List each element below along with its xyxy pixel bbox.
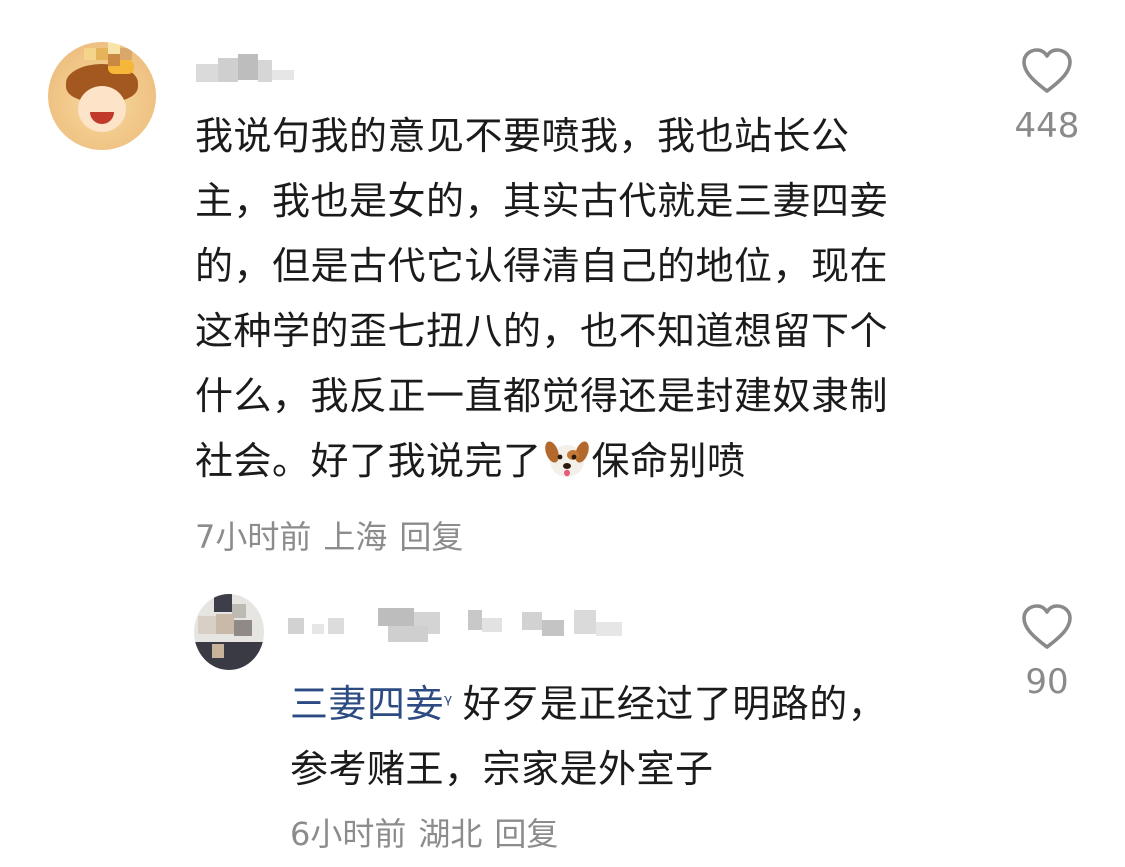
reply-body: 三妻四妾ᵧ 好歹是正经过了明路的， 参考赌王，宗家是外室子 — [290, 664, 886, 802]
like-count: 90 — [1025, 662, 1069, 702]
commenter-avatar[interactable] — [48, 42, 156, 150]
comment-line-last: 社会。好了我说完了 保命别喷 — [195, 429, 888, 494]
reply-name-blurred[interactable] — [288, 604, 633, 644]
reply-location: 湖北 — [418, 815, 483, 853]
like-count: 448 — [1014, 106, 1080, 146]
reply-button[interactable]: 回复 — [399, 518, 463, 556]
reply-line: 参考赌王，宗家是外室子 — [290, 747, 714, 791]
comment-line: 我说句我的意见不要喷我，我也站长公 — [195, 114, 850, 158]
reply-line: 三妻四妾ᵧ 好歹是正经过了明路的， — [290, 664, 886, 737]
like-button[interactable]: 448 — [1002, 48, 1092, 146]
comment-time: 7小时前 — [195, 518, 312, 556]
commenter-name-blurred[interactable] — [196, 50, 306, 90]
heart-icon — [1022, 604, 1072, 649]
comment-line: 什么，我反正一直都觉得还是封建奴隶制 — [195, 374, 889, 418]
dog-face-emoji — [544, 436, 590, 482]
search-icon[interactable]: ᵧ — [444, 684, 453, 709]
mention-link[interactable]: 三妻四妾 — [290, 682, 444, 726]
reply-text: 好歹是正经过了明路的， — [462, 682, 887, 726]
comment-body: 我说句我的意见不要喷我，我也站长公 主，我也是女的，其实古代就是三妻四妾 的，但… — [195, 104, 888, 494]
reply-button[interactable]: 回复 — [494, 815, 558, 853]
reply-meta: 6小时前 湖北 回复 — [290, 809, 570, 855]
comment-line: 社会。好了我说完了 — [195, 439, 542, 483]
comment-meta: 7小时前 上海 回复 — [195, 512, 475, 558]
comment-line: 的，但是古代它认得清自己的地位，现在 — [195, 244, 889, 288]
comment-line: 这种学的歪七扭八的，也不知道想留下个 — [195, 309, 889, 353]
reply-time: 6小时前 — [290, 815, 407, 853]
like-button[interactable]: 90 — [1002, 604, 1092, 702]
comment-location: 上海 — [323, 518, 388, 556]
comment-line: 主，我也是女的，其实古代就是三妻四妾 — [195, 179, 889, 223]
reply-avatar[interactable] — [194, 594, 264, 670]
heart-icon — [1022, 48, 1072, 93]
comment-thread: 我说句我的意见不要喷我，我也站长公 主，我也是女的，其实古代就是三妻四妾 的，但… — [0, 0, 1125, 867]
comment-tail: 保命别喷 — [591, 439, 746, 483]
